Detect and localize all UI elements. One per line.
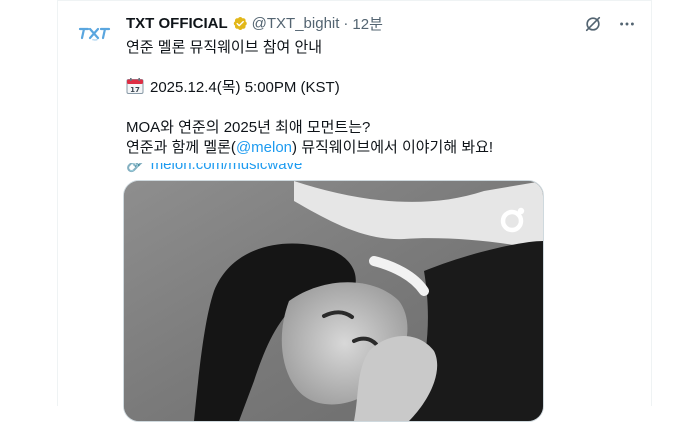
svg-text:17: 17 [130,86,140,94]
text-line-title: 연준 멜론 뮤직웨이브 참여 안내 [126,39,323,56]
more-icon [620,22,634,26]
more-button[interactable] [617,14,637,34]
text-line-question: MOA와 연준의 2025년 최애 모먼트는? [126,119,371,136]
avatar[interactable]: TXT [74,12,116,54]
tweet-header: TXT OFFICIAL @TXT_bighit · 12분 [126,13,383,33]
tweet-media-image[interactable] [123,180,544,422]
grok-icon [585,16,601,32]
calendar-icon: 17 [126,78,144,94]
text-line-invite: 연준과 함께 멜론(@melon) 뮤직웨이브에서 이야기해 봐요! [126,138,626,158]
svg-text:TXT: TXT [92,38,98,42]
grok-button[interactable] [583,14,603,34]
tweet[interactable]: TXT TXT OFFICIAL @TXT_bighit · 12분 연준 멜론… [58,0,651,422]
truncated-link-line[interactable]: 🔗 melon.com/musicwave [126,163,426,173]
left-gutter [0,0,57,406]
post-time[interactable]: 12분 [352,13,383,34]
verified-badge-icon[interactable] [231,15,248,32]
photo [124,181,543,421]
timeline-border-right [651,0,652,406]
event-date: 2025.12.4(목) 5:00PM (KST) [150,79,340,96]
txt-logo-icon: TXT [78,27,111,42]
separator-dot: · [343,14,349,32]
mention-link[interactable]: @melon [236,139,292,156]
author-name[interactable]: TXT OFFICIAL [126,15,228,32]
invite-text-post: ) 뮤직웨이브에서 이야기해 봐요! [292,139,494,156]
truncated-link[interactable]: melon.com/musicwave [151,163,303,173]
melon-logo-icon [500,207,525,233]
tweet-text: 연준 멜론 뮤직웨이브 참여 안내 17 2025.12.4(목) 5:00PM… [126,38,626,158]
invite-text-pre: 연준과 함께 멜론( [126,139,236,156]
author-handle[interactable]: @TXT_bighit [252,15,340,32]
text-line-date: 17 2025.12.4(목) 5:00PM (KST) [126,78,626,98]
tweet-actions [583,14,637,34]
